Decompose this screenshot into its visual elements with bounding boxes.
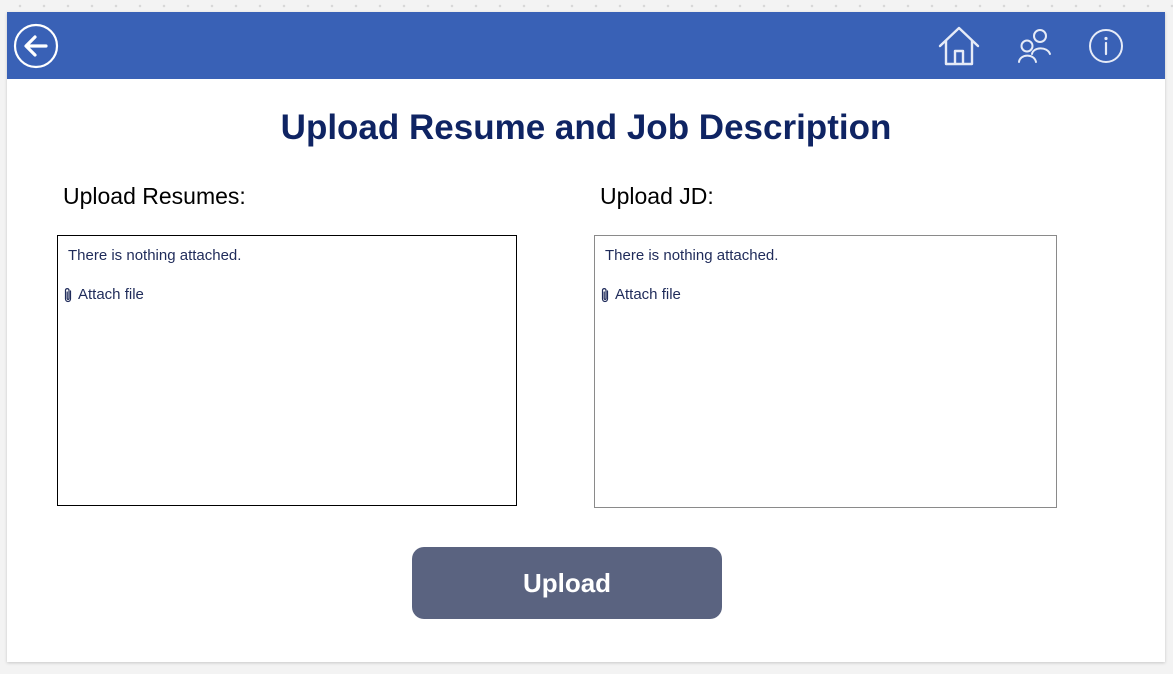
info-icon	[1089, 28, 1123, 63]
app-screen: Upload Resume and Job Description Upload…	[7, 12, 1165, 662]
home-button[interactable]	[935, 12, 983, 79]
header-bar	[7, 12, 1165, 79]
jd-attachment-box[interactable]: There is nothing attached. Attach file	[594, 235, 1057, 508]
resumes-attach-file-link[interactable]: Attach file	[63, 286, 144, 304]
users-icon	[1018, 28, 1051, 63]
resumes-attach-file-label: Attach file	[78, 286, 144, 303]
users-button[interactable]	[1013, 12, 1057, 79]
resumes-empty-text: There is nothing attached.	[68, 247, 242, 264]
jd-attach-file-label: Attach file	[615, 286, 681, 303]
page-title: Upload Resume and Job Description	[280, 108, 892, 147]
jd-empty-text: There is nothing attached.	[605, 247, 779, 264]
back-arrow-icon	[13, 23, 59, 68]
home-icon	[938, 26, 980, 65]
upload-resumes-label: Upload Resumes:	[63, 183, 246, 209]
upload-jd-label: Upload JD:	[600, 183, 714, 209]
upload-button[interactable]: Upload	[412, 547, 722, 619]
info-button[interactable]	[1085, 12, 1127, 79]
canvas-dots	[0, 0, 1173, 12]
paperclip-icon	[63, 286, 73, 304]
paperclip-icon	[600, 286, 610, 304]
back-button[interactable]	[13, 12, 59, 79]
resumes-attachment-box[interactable]: There is nothing attached. Attach file	[57, 235, 517, 506]
jd-attach-file-link[interactable]: Attach file	[600, 286, 681, 304]
